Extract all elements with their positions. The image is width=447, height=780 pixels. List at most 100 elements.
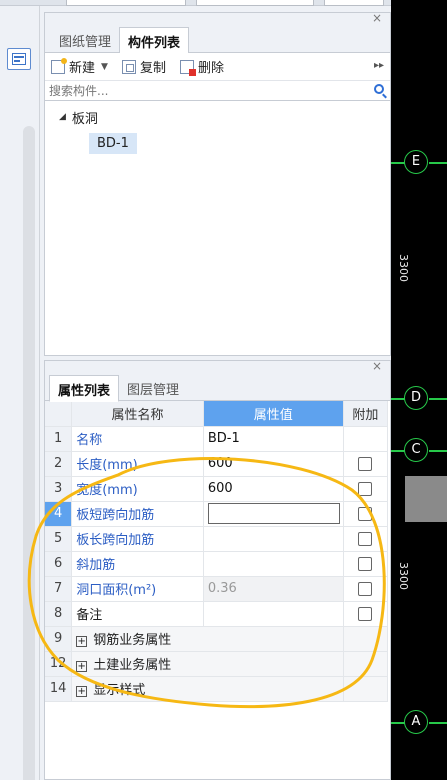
top-field[interactable] xyxy=(324,0,384,6)
copy-button[interactable]: 复制 xyxy=(121,57,166,76)
header-value: 属性值 xyxy=(203,401,344,427)
header-extra: 附加 xyxy=(343,401,389,427)
extra-cell xyxy=(343,676,389,702)
component-tree: ◢ 板洞 BD-1 xyxy=(45,101,390,154)
axis-bubble-e[interactable]: E xyxy=(404,150,428,174)
extra-checkbox[interactable] xyxy=(358,606,373,621)
close-icon[interactable]: × xyxy=(372,11,382,25)
expand-plus-icon[interactable]: + xyxy=(76,661,88,672)
axis-line xyxy=(429,162,447,164)
delete-icon xyxy=(179,59,196,76)
header-name: 属性名称 xyxy=(71,401,204,427)
extra-checkbox[interactable] xyxy=(358,531,373,546)
property-name: 洞口面积(m²) xyxy=(71,576,204,602)
new-button[interactable]: 新建 ▼ xyxy=(51,57,108,76)
extra-cell xyxy=(343,451,389,477)
extra-checkbox[interactable] xyxy=(358,556,373,571)
group-row[interactable]: 9 + 钢筋业务属性 xyxy=(45,626,389,652)
row-num: 14 xyxy=(45,676,73,702)
copy-label: 复制 xyxy=(139,61,166,76)
row-num: 9 xyxy=(45,626,73,652)
selected-element[interactable] xyxy=(405,476,447,522)
property-value[interactable] xyxy=(203,526,344,552)
extra-cell xyxy=(343,626,389,652)
property-value-input[interactable] xyxy=(207,503,340,524)
tree-item-selected[interactable]: BD-1 xyxy=(89,133,137,154)
top-field[interactable] xyxy=(196,0,314,6)
table-row[interactable]: 5 板长跨向加筋 xyxy=(45,526,389,552)
tree-group-label: 板洞 xyxy=(71,111,98,127)
group-cell[interactable]: + 钢筋业务属性 xyxy=(71,626,344,652)
component-toolbar: 新建 ▼ 复制 删除 ▸▸ xyxy=(45,53,390,81)
dimension-label: 3300 xyxy=(397,562,410,590)
new-file-icon xyxy=(51,57,67,74)
properties-tabs: 属性列表 图层管理 xyxy=(45,375,390,402)
axis-bubble-c[interactable]: C xyxy=(404,438,428,462)
table-row[interactable]: 7 洞口面积(m²) 0.36 xyxy=(45,576,389,602)
left-dock xyxy=(0,6,40,780)
search-icon[interactable] xyxy=(374,84,384,94)
axis-line xyxy=(391,162,405,164)
expand-plus-icon[interactable]: + xyxy=(76,636,88,647)
extra-checkbox[interactable] xyxy=(358,456,373,471)
row-num: 5 xyxy=(45,526,73,552)
axis-bubble-d[interactable]: D xyxy=(404,386,428,410)
table-row[interactable]: 8 备注 xyxy=(45,601,389,627)
delete-label: 删除 xyxy=(197,61,224,76)
property-value[interactable]: BD-1 xyxy=(203,426,344,452)
property-value[interactable] xyxy=(203,601,344,627)
table-row[interactable]: 2 长度(mm) 600 xyxy=(45,451,389,477)
top-field[interactable] xyxy=(66,0,186,6)
property-value[interactable]: 600 xyxy=(203,476,344,502)
table-header: 属性名称 属性值 附加 xyxy=(45,401,389,427)
axis-line xyxy=(429,722,447,724)
axis-line xyxy=(429,398,447,400)
extra-cell xyxy=(343,476,389,502)
component-list-panel: × 图纸管理 构件列表 新建 ▼ 复制 删除 ▸▸ ◢ 板洞 BD-1 xyxy=(44,11,391,356)
tab-layer-management[interactable]: 图层管理 xyxy=(119,375,187,400)
row-num: 7 xyxy=(45,576,73,602)
left-scrollbar[interactable] xyxy=(23,126,35,780)
extra-cell xyxy=(343,551,389,577)
property-name: 板短跨向加筋 xyxy=(71,501,204,527)
overflow-icon[interactable]: ▸▸ xyxy=(374,60,384,71)
extra-checkbox[interactable] xyxy=(358,481,373,496)
table-row[interactable]: 3 宽度(mm) 600 xyxy=(45,476,389,502)
table-row[interactable]: 1 名称 BD-1 xyxy=(45,426,389,452)
property-value[interactable]: 600 xyxy=(203,451,344,477)
tab-drawing-management[interactable]: 图纸管理 xyxy=(51,27,119,52)
property-value-editing[interactable] xyxy=(203,501,344,527)
chevron-down-icon[interactable]: ▼ xyxy=(101,62,108,72)
extra-checkbox[interactable] xyxy=(358,581,373,596)
group-label: 钢筋业务属性 xyxy=(93,633,172,648)
row-num: 6 xyxy=(45,551,73,577)
group-row[interactable]: 12 + 土建业务属性 xyxy=(45,651,389,677)
collapse-triangle-icon[interactable]: ◢ xyxy=(59,112,66,122)
top-toolbar-strip xyxy=(0,0,395,6)
panel-tabs: 图纸管理 构件列表 xyxy=(45,27,390,54)
group-cell[interactable]: + 土建业务属性 xyxy=(71,651,344,677)
search-input[interactable] xyxy=(45,81,390,100)
drawing-canvas[interactable]: E 3300 D C 3300 A xyxy=(391,0,447,780)
property-name: 斜加筋 xyxy=(71,551,204,577)
row-num: 12 xyxy=(45,651,73,677)
axis-line xyxy=(391,722,405,724)
table-row[interactable]: 4 板短跨向加筋 xyxy=(45,501,389,527)
tab-property-list[interactable]: 属性列表 xyxy=(49,375,120,402)
close-icon[interactable]: × xyxy=(372,359,382,373)
property-name: 备注 xyxy=(71,601,204,627)
property-name: 宽度(mm) xyxy=(71,476,204,502)
table-row[interactable]: 6 斜加筋 xyxy=(45,551,389,577)
header-num xyxy=(45,401,73,427)
group-cell[interactable]: + 显示样式 xyxy=(71,676,344,702)
delete-button[interactable]: 删除 xyxy=(179,57,224,76)
extra-checkbox[interactable] xyxy=(358,506,373,521)
group-row[interactable]: 14 + 显示样式 xyxy=(45,676,389,702)
extra-cell xyxy=(343,651,389,677)
panel-toggle-icon[interactable] xyxy=(7,48,31,70)
tab-component-list[interactable]: 构件列表 xyxy=(119,27,190,54)
axis-bubble-a[interactable]: A xyxy=(404,710,428,734)
expand-plus-icon[interactable]: + xyxy=(76,686,88,697)
property-value[interactable] xyxy=(203,551,344,577)
tree-group-node[interactable]: ◢ 板洞 xyxy=(59,107,390,127)
